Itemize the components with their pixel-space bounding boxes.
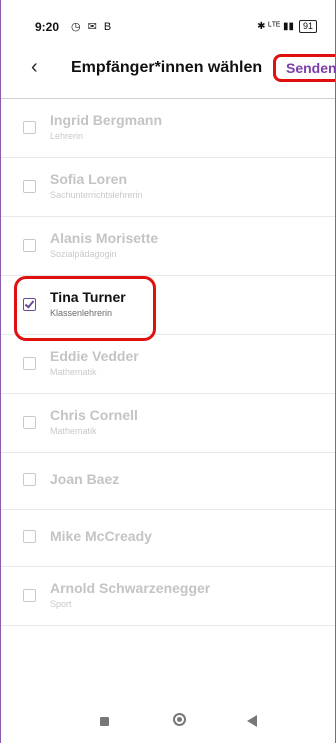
- recipient-row[interactable]: Joan Baez: [1, 453, 335, 510]
- recipient-row[interactable]: Arnold Schwarzenegger Sport: [1, 567, 335, 626]
- checkbox[interactable]: [23, 180, 36, 193]
- recipient-row[interactable]: Eddie Vedder Mathematik: [1, 335, 335, 394]
- checkbox[interactable]: [23, 239, 36, 252]
- checkbox[interactable]: [23, 121, 36, 134]
- back-chevron-icon[interactable]: ‹: [31, 56, 38, 79]
- system-nav-bar: [1, 703, 335, 743]
- send-button[interactable]: Senden: [273, 54, 336, 82]
- signal-icon: ✱ ᴸᵀᴱ ▮▮: [257, 21, 294, 32]
- recipient-list: Ingrid Bergmann Lehrerin Sofia Loren Sac…: [1, 99, 335, 626]
- recipient-name: Sofia Loren: [50, 171, 128, 187]
- checkbox[interactable]: [23, 530, 36, 543]
- recipient-role: Mathematik: [50, 426, 97, 436]
- recipient-name: Joan Baez: [50, 471, 120, 487]
- recipient-row[interactable]: Alanis Morisette Sozialpädagogin: [1, 217, 335, 276]
- back-triangle-icon[interactable]: [247, 715, 257, 727]
- system-icons: ✱ ᴸᵀᴱ ▮▮ 91: [257, 20, 317, 33]
- checkbox[interactable]: [23, 473, 36, 486]
- recipient-name: Mike McCready: [50, 528, 152, 544]
- recipient-role: Sport: [50, 599, 72, 609]
- checkbox[interactable]: [23, 416, 36, 429]
- recents-icon[interactable]: [100, 717, 109, 726]
- page-title: Empfänger*innen wählen: [71, 59, 263, 76]
- home-icon[interactable]: [173, 713, 186, 726]
- recipient-row[interactable]: Mike McCready: [1, 510, 335, 567]
- checkbox[interactable]: [23, 589, 36, 602]
- recipient-row[interactable]: Ingrid Bergmann Lehrerin: [1, 99, 335, 158]
- recipient-name: Chris Cornell: [50, 407, 138, 423]
- recipient-name: Eddie Vedder: [50, 348, 139, 364]
- phone-frame: 9:20 ◷ ✉ B ✱ ᴸᵀᴱ ▮▮ 91 ‹ Empfänger*innen…: [0, 0, 336, 743]
- recipient-name: Arnold Schwarzenegger: [50, 580, 211, 596]
- recipient-role: Sozialpädagogin: [50, 249, 117, 259]
- recipient-name: Ingrid Bergmann: [50, 112, 163, 128]
- recipient-name: Alanis Morisette: [50, 230, 159, 246]
- recipient-role: Lehrerin: [50, 131, 84, 141]
- recipient-row[interactable]: Sofia Loren Sachunterrichtslehrerin: [1, 158, 335, 217]
- app-bar: ‹ Empfänger*innen wählen Senden: [1, 44, 336, 99]
- status-bar: 9:20 ◷ ✉ B ✱ ᴸᵀᴱ ▮▮ 91: [1, 0, 335, 44]
- recipient-role: Sachunterrichtslehrerin: [50, 190, 143, 200]
- checkbox[interactable]: [23, 357, 36, 370]
- status-time: 9:20: [35, 20, 60, 34]
- recipient-role: Mathematik: [50, 367, 97, 377]
- battery-icon: 91: [298, 20, 317, 33]
- recipient-row[interactable]: Chris Cornell Mathematik: [1, 394, 335, 453]
- selection-highlight: [14, 276, 156, 341]
- notification-icons: ◷ ✉ B: [71, 21, 114, 33]
- send-button-label: Senden: [286, 60, 336, 76]
